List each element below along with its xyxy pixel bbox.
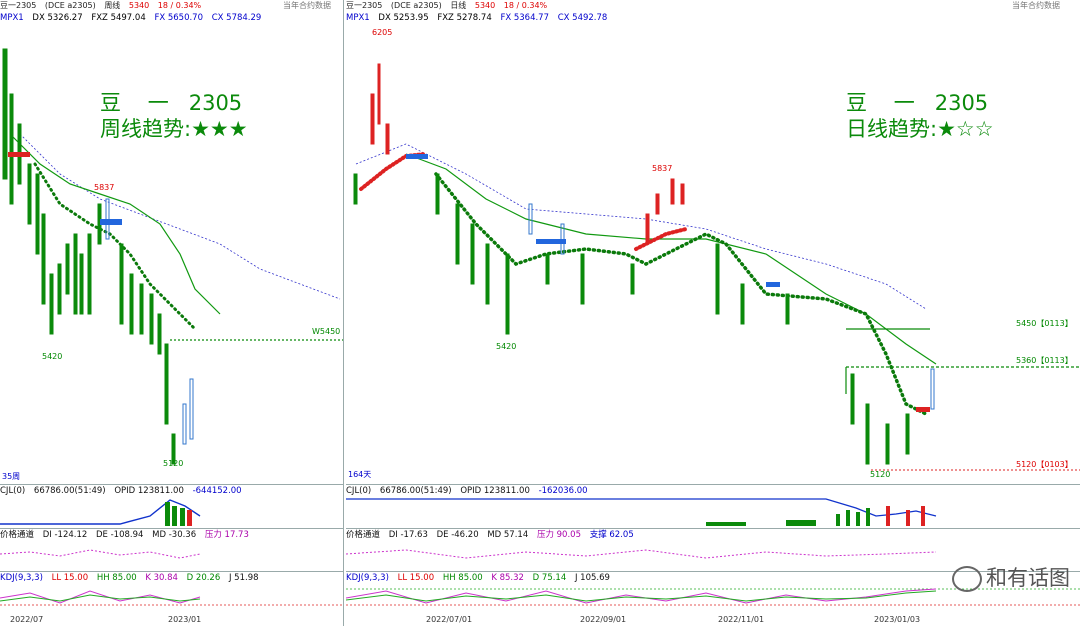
- period-label[interactable]: 日线: [450, 1, 466, 10]
- weekly-chart-panel[interactable]: 豆一2305 (DCE a2305) 周线 5340 18 / 0.34% 当年…: [0, 0, 344, 626]
- weekly-kdj-chart: [0, 590, 343, 606]
- blue-marker-1: [406, 154, 428, 159]
- indicator-name[interactable]: MPX1: [0, 13, 24, 23]
- kdj-k: K 85.32: [491, 573, 524, 583]
- x-label-0: 2022/07: [10, 615, 44, 624]
- cjl-name[interactable]: CJL(0): [346, 486, 371, 496]
- channel-name[interactable]: 价格通道: [346, 530, 380, 540]
- daily-title-line1: 豆 一 2305: [846, 91, 989, 115]
- kdj-d: D 75.14: [532, 573, 567, 583]
- channel-md: MD -30.36: [152, 530, 197, 540]
- cx-value: CX 5492.78: [557, 13, 608, 23]
- cjl-vol: 66786.00(51:49): [33, 486, 106, 496]
- daily-title-line2: 日线趋势:★☆☆: [846, 117, 994, 141]
- contract-label: 当年合约数据: [283, 1, 331, 10]
- code-label: (DCE a2305): [390, 1, 442, 10]
- label-high: 5837: [94, 183, 115, 192]
- weekly-title-line2: 周线趋势:★★★: [100, 117, 248, 141]
- ma-thin-line: [355, 143, 927, 310]
- red-marker: [916, 407, 930, 412]
- channel-pressure: 压力 90.05: [536, 530, 581, 540]
- dx-value: DX 5326.27: [32, 13, 83, 23]
- x-label-1: 2022/09/01: [580, 615, 627, 624]
- label-lvl3: 5120【0103】: [1016, 460, 1073, 469]
- channel-de: DE -108.94: [96, 530, 144, 540]
- channel-di: DI -17.63: [388, 530, 428, 540]
- daily-volume-chart: [346, 498, 937, 526]
- daily-chart-panel[interactable]: 豆一2305 (DCE a2305) 日线 5340 18 / 0.34% 当年…: [346, 0, 1080, 626]
- fx-value: FX 5364.77: [500, 13, 550, 23]
- daily-indicator-bar: MPX1 DX 5253.95 FXZ 5278.74 FX 5364.77 C…: [346, 12, 1080, 24]
- kdj-j: J 51.98: [228, 573, 259, 583]
- cjl-delta: -644152.00: [192, 486, 242, 496]
- cjl-delta: -162036.00: [538, 486, 588, 496]
- watermark-text: 和有话图: [986, 566, 1070, 590]
- kdj-hh: HH 85.00: [442, 573, 483, 583]
- kdj-name[interactable]: KDJ(9,3,3): [0, 573, 43, 583]
- kdj-ll: LL 15.00: [397, 573, 435, 583]
- cjl-vol: 66786.00(51:49): [379, 486, 452, 496]
- channel-de: DE -46.20: [436, 530, 479, 540]
- label-level: W5450: [312, 327, 341, 336]
- cjl-opid: OPID 123811.00: [114, 486, 184, 496]
- watermark: 和有话图: [952, 562, 1070, 592]
- cjl-name[interactable]: CJL(0): [0, 486, 25, 496]
- trend-dots-red: [359, 152, 428, 191]
- label-lvl2: 5360【0113】: [1016, 356, 1073, 365]
- kdj-k: K 30.84: [145, 573, 178, 583]
- label-bars: 164天: [348, 470, 372, 479]
- symbol-label: 豆一2305: [346, 1, 383, 10]
- fxz-value: FXZ 5497.04: [91, 13, 146, 23]
- blue-marker-3: [766, 282, 780, 287]
- daily-header: 豆一2305 (DCE a2305) 日线 5340 18 / 0.34% 当年…: [346, 0, 1080, 12]
- kdj-ll: LL 15.00: [51, 573, 89, 583]
- fxz-value: FXZ 5278.74: [437, 13, 492, 23]
- cx-value: CX 5784.29: [211, 13, 262, 23]
- cjl-opid: OPID 123811.00: [460, 486, 530, 496]
- channel-pressure: 压力 17.73: [204, 530, 249, 540]
- weekly-channel-chart: [0, 549, 201, 559]
- label-lvl1: 5450【0113】: [1016, 319, 1073, 328]
- blue-marker: [100, 219, 122, 225]
- kdj-name[interactable]: KDJ(9,3,3): [346, 573, 389, 583]
- label-low2: 5120: [870, 470, 891, 479]
- x-label-3: 2023/01/03: [874, 615, 921, 624]
- red-marker: [8, 152, 30, 157]
- x-label-1: 2023/01: [168, 615, 202, 624]
- dx-value: DX 5253.95: [378, 13, 429, 23]
- kdj-hh: HH 85.00: [96, 573, 137, 583]
- channel-md: MD 57.14: [487, 530, 529, 540]
- chat-icon: [952, 566, 982, 592]
- kdj-j: J 105.69: [574, 573, 610, 583]
- x-label-2: 2022/11/01: [718, 615, 765, 624]
- label-low1: 5420: [496, 342, 517, 351]
- change-label: 18 / 0.34%: [503, 1, 548, 10]
- channel-di: DI -124.12: [42, 530, 88, 540]
- fx-value: FX 5650.70: [154, 13, 204, 23]
- blue-marker-2: [536, 239, 566, 244]
- weekly-header: 豆一2305 (DCE a2305) 周线 5340 18 / 0.34% 当年…: [0, 0, 343, 12]
- label-low2: 5120: [163, 459, 184, 468]
- x-label-0: 2022/07/01: [426, 615, 473, 624]
- channel-support: 支撑 62.05: [589, 530, 634, 540]
- price-label: 5340: [474, 1, 496, 10]
- change-label: 18 / 0.34%: [157, 1, 202, 10]
- channel-name[interactable]: 价格通道: [0, 530, 34, 540]
- weekly-title-line1: 豆 一 2305: [100, 91, 243, 115]
- weekly-indicator-bar: MPX1 DX 5326.27 FXZ 5497.04 FX 5650.70 C…: [0, 12, 343, 24]
- label-high1: 6205: [372, 28, 393, 37]
- symbol-label: 豆一2305: [0, 1, 37, 10]
- period-label[interactable]: 周线: [104, 1, 120, 10]
- indicator-name[interactable]: MPX1: [346, 13, 370, 23]
- label-bars: 35周: [2, 472, 21, 481]
- price-label: 5340: [128, 1, 150, 10]
- code-label: (DCE a2305): [44, 1, 96, 10]
- contract-label: 当年合约数据: [1012, 1, 1060, 10]
- label-low1: 5420: [42, 352, 63, 361]
- weekly-volume-chart: [0, 499, 201, 526]
- label-high2: 5837: [652, 164, 673, 173]
- kdj-d: D 20.26: [186, 573, 221, 583]
